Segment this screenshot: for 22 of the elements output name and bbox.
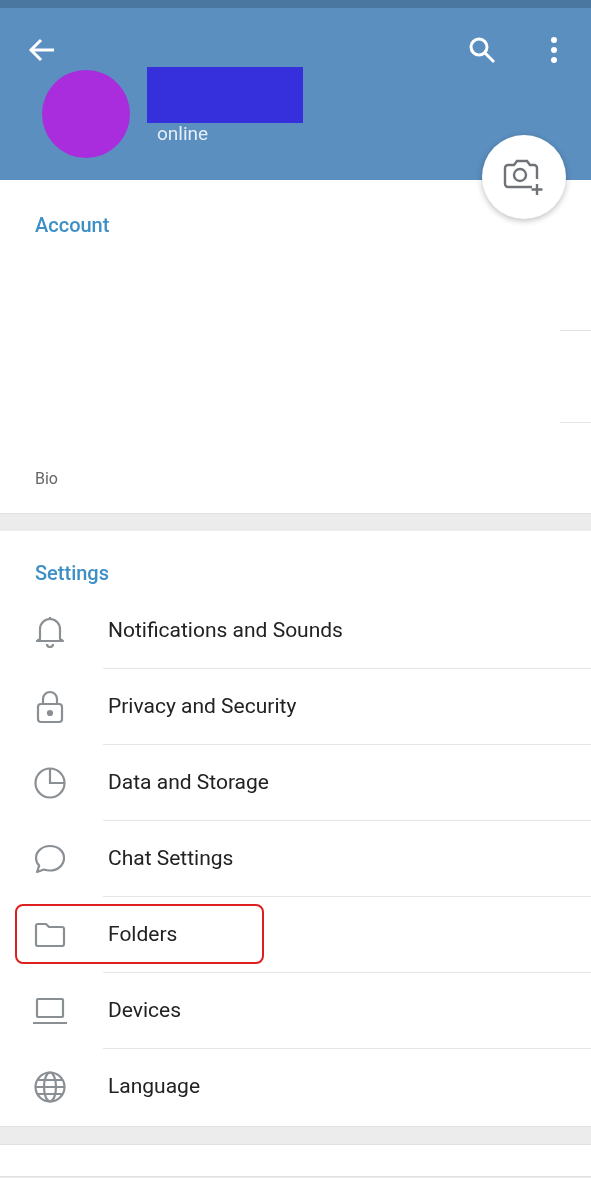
bell-icon (34, 614, 66, 648)
chat-bubble-icon (33, 843, 67, 875)
pie-chart-icon (33, 766, 67, 800)
settings-item[interactable]: Devices (0, 973, 591, 1049)
lock-icon (35, 690, 65, 724)
field-label: Bio (35, 470, 58, 488)
more-icon[interactable] (549, 36, 559, 64)
settings-item[interactable]: Notifications and Sounds (0, 593, 591, 669)
folder-icon (33, 921, 67, 949)
settings-item[interactable]: Language (0, 1049, 591, 1125)
section-title: Settings (35, 561, 110, 585)
globe-icon (33, 1070, 67, 1104)
settings-item[interactable]: Folders (0, 897, 591, 973)
section-title: Account (35, 212, 110, 239)
search-icon[interactable] (468, 36, 496, 64)
settings-item[interactable]: Data and Storage (0, 745, 591, 821)
settings-item[interactable]: Chat Settings (0, 821, 591, 897)
laptop-icon (31, 996, 69, 1026)
status-text: online (157, 121, 209, 147)
camera-add-icon (502, 157, 546, 197)
settings-item[interactable]: Privacy and Security (0, 669, 591, 745)
back-icon[interactable] (28, 38, 56, 62)
